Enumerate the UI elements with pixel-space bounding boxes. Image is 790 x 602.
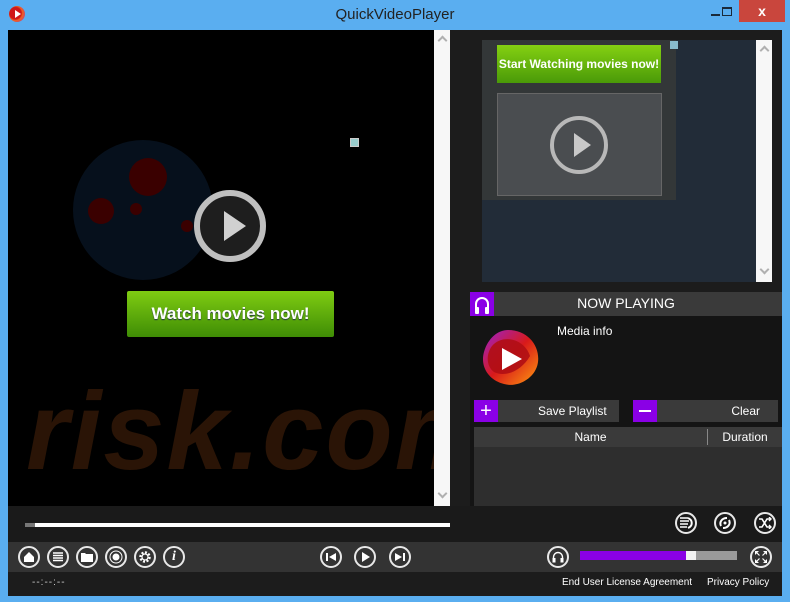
fullscreen-button[interactable]: [750, 546, 772, 568]
record-button[interactable]: [105, 546, 127, 568]
volume-fill: [580, 551, 686, 560]
info-icon: i: [172, 549, 176, 564]
fullscreen-icon: [755, 551, 767, 563]
headphones-icon: [552, 551, 564, 563]
chevron-up-icon: [437, 35, 447, 46]
column-header-duration[interactable]: Duration: [708, 430, 782, 444]
volume-slider[interactable]: [580, 551, 737, 560]
next-icon: [395, 553, 405, 561]
info-button[interactable]: i: [163, 546, 185, 568]
watermark-dot: [88, 198, 114, 224]
record-icon: [109, 550, 123, 564]
maximize-icon: [722, 6, 732, 16]
repeat-icon: [719, 517, 731, 529]
playlist-icon: [53, 552, 63, 562]
watermark-magnifier: [73, 140, 213, 280]
playlist-list[interactable]: [474, 447, 782, 506]
watermark-dot: [130, 203, 142, 215]
playlist-mode-button[interactable]: [675, 512, 697, 534]
shuffle-button[interactable]: [754, 512, 776, 534]
player-client: risk.com Watch movies now! Start Watchin…: [8, 30, 782, 596]
status-footer: --:--:-- End User License Agreement Priv…: [8, 572, 782, 596]
seek-thumb[interactable]: [25, 523, 35, 527]
settings-icon: [139, 551, 151, 563]
video-scrollbar[interactable]: [434, 30, 450, 506]
shuffle-icon: [759, 517, 772, 529]
scroll-up-button[interactable]: [437, 34, 447, 46]
now-playing-title: NOW PLAYING: [577, 295, 675, 311]
play-icon: [362, 552, 370, 562]
video-play-icon[interactable]: [194, 190, 266, 262]
clear-playlist-button[interactable]: Clear: [633, 400, 778, 422]
side-ad-area[interactable]: Start Watching movies now!: [482, 40, 756, 282]
watermark-dot: [181, 220, 193, 232]
open-folder-button[interactable]: [76, 546, 98, 568]
ad-scrollbar[interactable]: [756, 40, 772, 282]
video-ad-area[interactable]: risk.com Watch movies now!: [8, 30, 434, 506]
eula-link[interactable]: End User License Agreement: [562, 577, 692, 588]
plus-icon: +: [474, 400, 498, 422]
chevron-down-icon: [437, 488, 447, 499]
bottom-toolbar: i: [8, 542, 782, 572]
clear-label: Clear: [731, 404, 760, 418]
now-playing-panel: Media info + Save Playlist Clear Name Du…: [470, 316, 782, 506]
start-watching-button[interactable]: Start Watching movies now!: [497, 45, 661, 83]
adchoices-icon[interactable]: [350, 138, 359, 147]
repeat-button[interactable]: [714, 512, 736, 534]
maximize-button[interactable]: [712, 0, 742, 22]
scroll-up-button[interactable]: [759, 44, 769, 56]
volume-thumb[interactable]: [686, 551, 696, 560]
playlist-header: Name Duration: [474, 427, 782, 447]
previous-button[interactable]: [320, 546, 342, 568]
window-title: QuickVideoPlayer: [335, 6, 455, 23]
title-bar: QuickVideoPlayer x: [0, 0, 790, 30]
scroll-down-button[interactable]: [437, 488, 447, 500]
close-button[interactable]: x: [739, 0, 785, 22]
home-button[interactable]: [18, 546, 40, 568]
media-info-label: Media info: [557, 324, 613, 338]
previous-icon: [326, 553, 336, 561]
minus-icon: [633, 400, 657, 422]
adchoices-icon[interactable]: [670, 41, 678, 49]
app-window: QuickVideoPlayer x risk.com Watch movies…: [0, 0, 790, 602]
watermark-text: risk.com: [26, 370, 434, 493]
playlist-controls: [470, 506, 782, 542]
ad-video-thumbnail[interactable]: [497, 93, 662, 196]
column-header-name[interactable]: Name: [474, 430, 707, 444]
seek-bar[interactable]: [25, 523, 450, 527]
save-playlist-button[interactable]: + Save Playlist: [474, 400, 619, 422]
home-icon: [24, 552, 34, 562]
watermark-dot: [129, 158, 167, 196]
privacy-policy-link[interactable]: Privacy Policy: [707, 577, 769, 588]
play-button[interactable]: [354, 546, 376, 568]
playlist-sort-icon: [680, 517, 693, 529]
now-playing-header: NOW PLAYING: [470, 292, 782, 316]
media-logo-icon: [482, 330, 539, 385]
ad-play-icon[interactable]: [550, 116, 608, 174]
chevron-up-icon: [759, 45, 769, 56]
settings-button[interactable]: [134, 546, 156, 568]
save-playlist-label: Save Playlist: [538, 404, 607, 418]
watch-movies-button[interactable]: Watch movies now!: [127, 291, 334, 337]
audio-output-button[interactable]: [547, 546, 569, 568]
folder-icon: [81, 553, 93, 562]
scroll-down-button[interactable]: [759, 264, 769, 276]
chevron-down-icon: [759, 264, 769, 275]
time-readout: --:--:--: [32, 577, 66, 588]
ad-panel: Start Watching movies now!: [482, 40, 676, 200]
seek-area: [8, 506, 470, 542]
next-button[interactable]: [389, 546, 411, 568]
playlist-button[interactable]: [47, 546, 69, 568]
